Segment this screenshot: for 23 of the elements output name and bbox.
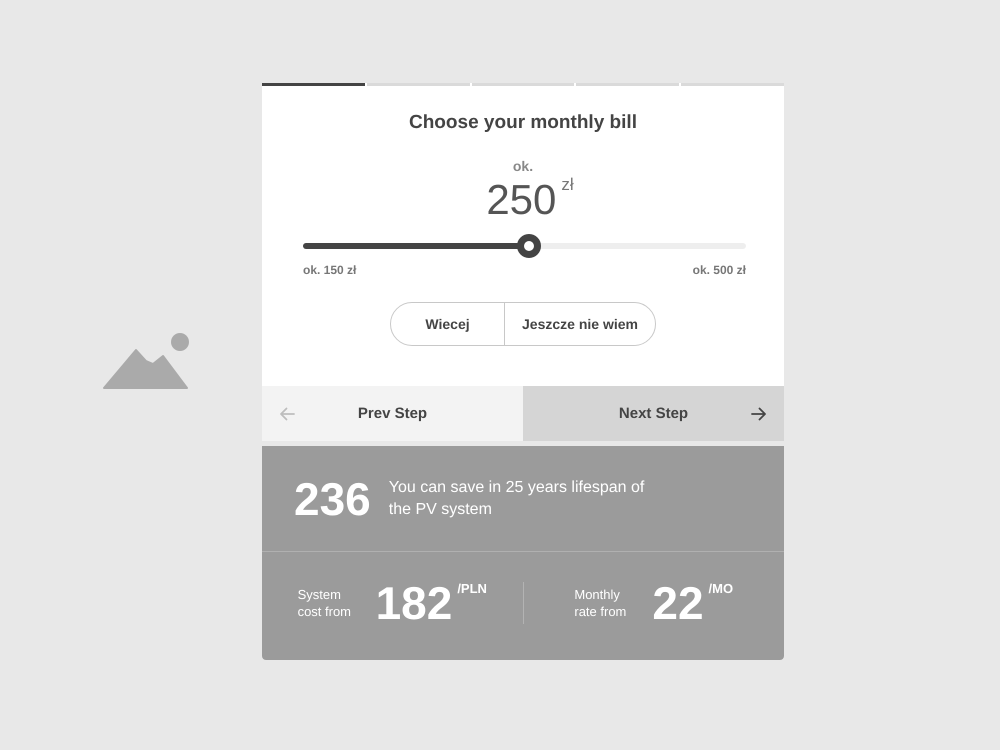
slider-thumb[interactable] [516,234,541,258]
amount-value: 250 [486,178,556,222]
stat-unit: /MO [708,581,734,596]
arrow-left-icon [279,406,295,420]
form-title: Choose your monthly bill [408,111,637,135]
savings-value: 236 [294,474,371,522]
option-button[interactable]: Wiecej [391,303,504,345]
savings-text: You can save in 25 years lifespan of the PV system [388,478,646,520]
amount-prefix: ok. [512,158,534,174]
range-max-label: ok. 500 zł [692,263,746,277]
currency-unit: zł [561,176,574,194]
stat-label: System cost from [298,586,352,620]
range-min-label: ok. 150 zł [303,263,356,277]
prev-step-button[interactable]: Prev Step [262,386,523,441]
option-button[interactable]: Jeszcze nie wiem [504,303,655,345]
next-step-button[interactable]: Next Step [523,386,784,441]
stat-unit: /PLN [457,581,487,596]
arrow-right-icon [751,406,767,420]
stat-value: 22 [652,579,704,627]
slider-track[interactable] [303,234,746,258]
stat-value: 182 [376,579,452,627]
landscape-icon [103,333,189,389]
stat-label: Monthly rate from [574,586,628,620]
